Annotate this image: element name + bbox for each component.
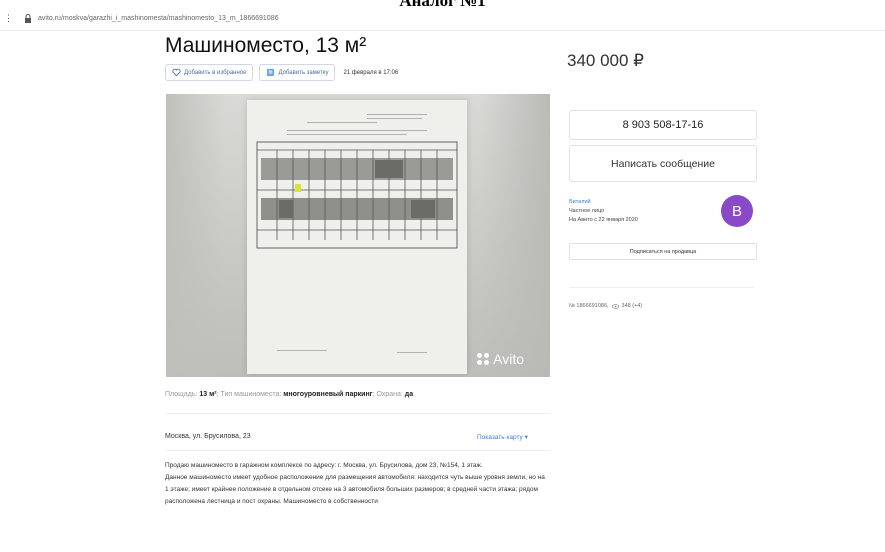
avatar-letter: В bbox=[731, 202, 742, 220]
floor-plan-document bbox=[247, 100, 467, 374]
listing-photo[interactable]: Avito bbox=[166, 94, 550, 377]
divider bbox=[165, 413, 550, 414]
menu-icon[interactable]: ⋮ bbox=[4, 13, 14, 24]
show-map-link[interactable]: Показать карту ▾ bbox=[477, 433, 528, 441]
divider bbox=[569, 287, 755, 288]
subscribe-label: Подписаться на продавца bbox=[629, 248, 697, 255]
avito-logo-icon bbox=[477, 353, 490, 365]
note-icon bbox=[267, 68, 275, 77]
seller-type: Частное лицо bbox=[569, 208, 605, 214]
description-paragraph: Продаю машиноместо в гаражном комплексе … bbox=[165, 462, 483, 469]
price: 340 000 ₽ bbox=[567, 51, 644, 70]
seller-info: Виталий Частное лицо На Авито с 22 январ… bbox=[569, 198, 638, 225]
views-count: 348 (+4) bbox=[621, 303, 643, 309]
description-paragraph: Данное машиноместо имеет удобное располо… bbox=[165, 474, 545, 505]
add-note-button[interactable]: Добавить заметку bbox=[259, 64, 336, 81]
phone-number: 8 903 508-17-16 bbox=[622, 119, 704, 131]
avatar[interactable]: В bbox=[721, 195, 753, 227]
address-bar[interactable]: ⋮ avito.ru/moskva/garazhi_i_mashinomesta… bbox=[0, 6, 885, 31]
page-title: Машиноместо, 13 м² bbox=[165, 34, 367, 57]
photo-shadow-left bbox=[166, 94, 226, 377]
watermark-text: Avito bbox=[493, 351, 524, 367]
write-message-button[interactable]: Написать сообщение bbox=[569, 145, 757, 182]
ad-meta: № 1866691086, 348 (+4) bbox=[569, 303, 642, 309]
ad-number: № 1866691086, bbox=[569, 303, 609, 309]
type-value: многоуровневый паркинг bbox=[283, 391, 373, 398]
add-note-label: Добавить заметку bbox=[278, 69, 329, 76]
avito-watermark: Avito bbox=[477, 351, 524, 367]
add-favorite-label: Добавить в избранное bbox=[184, 69, 247, 76]
lock-icon bbox=[25, 13, 31, 23]
security-value: да bbox=[404, 391, 414, 398]
show-phone-button[interactable]: 8 903 508-17-16 bbox=[569, 110, 757, 140]
eye-icon bbox=[611, 303, 619, 309]
listing-date: 21 февраля в 17:06 bbox=[343, 69, 399, 76]
add-favorite-button[interactable]: Добавить в избранное bbox=[165, 64, 254, 81]
type-label: Тип машиноместа: bbox=[220, 391, 282, 398]
listing-description: Продаю машиноместо в гаражном комплексе … bbox=[165, 460, 545, 508]
security-label: Охрана: bbox=[376, 391, 403, 398]
listing-actions: Добавить в избранное Добавить заметку 21… bbox=[165, 64, 398, 81]
subscribe-seller-button[interactable]: Подписаться на продавца bbox=[569, 243, 757, 260]
write-message-label: Написать сообщение bbox=[611, 157, 715, 170]
area-value: 13 м² bbox=[199, 391, 217, 398]
divider bbox=[165, 450, 550, 451]
area-label: Площадь: bbox=[165, 391, 198, 398]
floor-plan-drawing bbox=[256, 141, 458, 249]
listing-address: Москва, ул. Брусилова, 23 bbox=[165, 433, 251, 440]
seller-name[interactable]: Виталий bbox=[569, 198, 638, 207]
heart-icon bbox=[172, 68, 181, 77]
listing-properties: Площадь: 13 м²; Тип машиноместа: многоур… bbox=[165, 391, 414, 398]
photo-shadow-right bbox=[480, 94, 550, 377]
url-text[interactable]: avito.ru/moskva/garazhi_i_mashinomesta/m… bbox=[38, 15, 278, 22]
seller-since: На Авито с 22 января 2020 bbox=[569, 217, 638, 223]
